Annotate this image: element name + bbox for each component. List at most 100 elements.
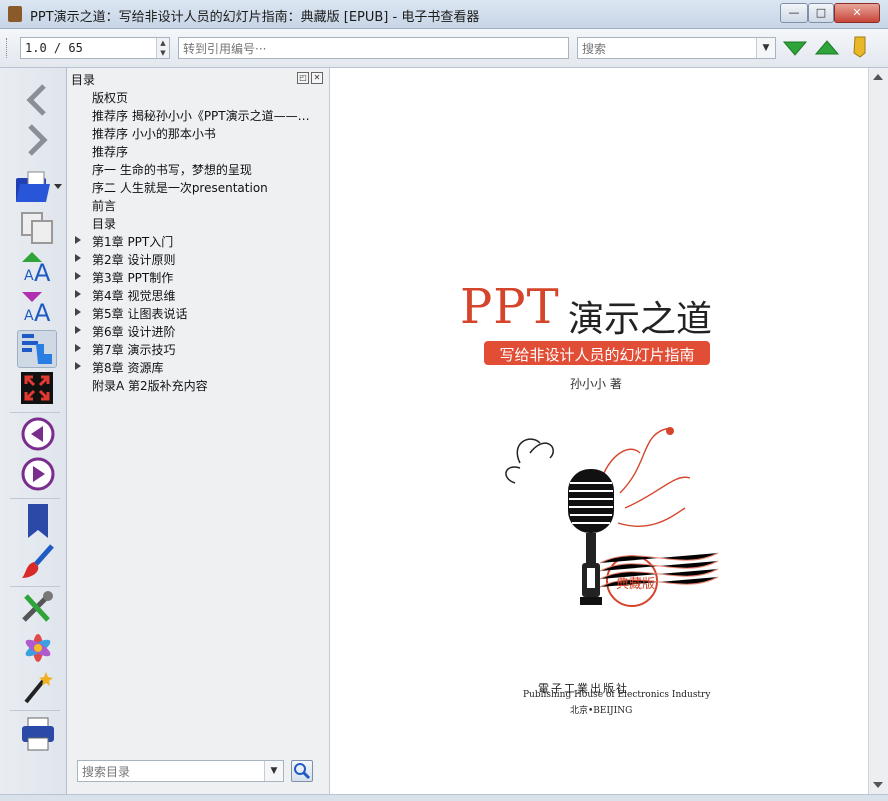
toc-item-label: 第2章 设计原则 <box>92 253 176 267</box>
fullscreen-icon[interactable] <box>18 370 58 406</box>
brush-icon[interactable] <box>18 544 58 580</box>
maximize-button[interactable]: □ <box>808 3 834 23</box>
cover-title-rest: 演示之道 <box>568 299 713 340</box>
toc-item-label: 第5章 让图表说话 <box>92 307 188 321</box>
toc-item[interactable]: 推荐序 揭秘孙小小《PPT演示之道——写给非设计人员的幻灯片指南》 <box>67 106 329 124</box>
toc-close-button[interactable]: ✕ <box>311 72 323 84</box>
expand-arrow-icon[interactable] <box>75 254 81 262</box>
increase-font-icon[interactable]: AA <box>18 250 58 286</box>
toc-item-label: 序二 人生就是一次presentation <box>92 181 268 195</box>
expand-arrow-icon[interactable] <box>75 236 81 244</box>
scroll-down-arrow[interactable] <box>873 782 883 788</box>
toc-search-input[interactable] <box>78 762 264 782</box>
bookmark-icon[interactable] <box>18 504 58 540</box>
toc-item-label: 推荐序 <box>92 145 129 159</box>
page-position-spinbox[interactable]: 1.0 / 65 ▲ ▼ <box>20 37 170 59</box>
decrease-font-icon[interactable]: AA <box>18 290 58 326</box>
toc-search-dropdown-button[interactable]: ▼ <box>264 761 283 781</box>
toolbar-separator <box>10 710 60 711</box>
spinbox-arrows[interactable]: ▲ ▼ <box>156 38 169 58</box>
toc-item[interactable]: 第6章 设计进阶 <box>67 322 329 340</box>
publisher-en: Publishing House of Electronics Industry <box>523 690 711 700</box>
microphone-illustration: 典藏版 <box>505 427 719 607</box>
forward-arrow-icon[interactable] <box>18 122 58 158</box>
minimize-button[interactable]: — <box>780 3 808 23</box>
themes-icon[interactable] <box>18 630 58 666</box>
toc-panel: 目录 ◰ ✕ 版权页推荐序 揭秘孙小小《PPT演示之道——写给非设计人员的幻灯片… <box>67 68 330 794</box>
toc-item[interactable]: 第4章 视觉思维 <box>67 286 329 304</box>
copy-icon[interactable] <box>18 210 58 246</box>
ebook-viewer-window: PPT演示之道：写给非设计人员的幻灯片指南：典藏版 [EPUB] - 电子书查看… <box>0 0 888 801</box>
goto-reference-input[interactable] <box>179 39 568 59</box>
toc-search-combobox[interactable]: ▼ <box>77 760 284 782</box>
page-position-value: 1.0 / 65 <box>25 41 83 55</box>
toc-item[interactable]: 版权页 <box>67 88 329 106</box>
toc-item[interactable]: 第2章 设计原则 <box>67 250 329 268</box>
toc-item-label: 目录 <box>92 217 117 231</box>
svg-text:A: A <box>24 308 34 324</box>
toc-item-label: 第6章 设计进阶 <box>92 325 176 339</box>
search-input[interactable] <box>578 39 756 59</box>
toolbar-separator <box>10 498 60 499</box>
status-bar <box>0 794 888 801</box>
toc-item[interactable]: 前言 <box>67 196 329 214</box>
toc-item-label: 序一 生命的书写，梦想的呈现 <box>92 163 252 177</box>
toc-item[interactable]: 第8章 资源库 <box>67 358 329 376</box>
next-page-icon[interactable] <box>18 456 58 492</box>
toc-item[interactable]: 第5章 让图表说话 <box>67 304 329 322</box>
svg-text:A: A <box>34 299 51 326</box>
goto-reference-field[interactable] <box>178 37 569 59</box>
toc-item-label: 第8章 资源库 <box>92 361 164 375</box>
open-folder-icon[interactable] <box>14 168 64 204</box>
toc-item-label: 第7章 演示技巧 <box>92 343 176 357</box>
app-icon <box>8 6 22 22</box>
toc-item[interactable]: 第1章 PPT入门 <box>67 232 329 250</box>
toc-item[interactable]: 第7章 演示技巧 <box>67 340 329 358</box>
toc-item-label: 第3章 PPT制作 <box>92 271 174 285</box>
toc-search-button[interactable] <box>291 760 313 782</box>
vertical-scrollbar[interactable] <box>868 68 888 794</box>
expand-arrow-icon[interactable] <box>75 326 81 334</box>
magic-wand-icon[interactable] <box>18 670 58 706</box>
toc-float-button[interactable]: ◰ <box>297 72 309 84</box>
print-icon[interactable] <box>18 716 58 752</box>
window-title: PPT演示之道：写给非设计人员的幻灯片指南：典藏版 [EPUB] - 电子书查看… <box>30 10 480 25</box>
toolbar-separator <box>10 586 60 587</box>
title-bar[interactable]: PPT演示之道：写给非设计人员的幻灯片指南：典藏版 [EPUB] - 电子书查看… <box>0 0 888 29</box>
svg-text:A: A <box>34 259 51 286</box>
close-button[interactable]: ✕ <box>834 3 880 23</box>
expand-arrow-icon[interactable] <box>75 308 81 316</box>
toc-toggle-icon[interactable] <box>18 330 58 366</box>
book-viewer[interactable]: PPT 演示之道 写给非设计人员的幻灯片指南 孙小小 著 典藏版 電子工業出版社… <box>330 68 868 794</box>
back-arrow-icon[interactable] <box>18 82 58 118</box>
toc-item[interactable]: 序一 生命的书写，梦想的呈现 <box>67 160 329 178</box>
cover-subtitle-banner: 写给非设计人员的幻灯片指南 <box>484 341 710 365</box>
toc-item-label: 附录A 第2版补充内容 <box>92 379 208 393</box>
bookmark-tag-icon[interactable] <box>850 35 870 59</box>
toc-item[interactable]: 目录 <box>67 214 329 232</box>
next-match-icon[interactable] <box>783 39 807 57</box>
top-toolbar: 1.0 / 65 ▲▼ ▼ <box>0 29 888 68</box>
publisher-city: 北京•BEIJING <box>570 706 633 716</box>
toc-item-label: 前言 <box>92 199 117 213</box>
toc-item[interactable]: 附录A 第2版补充内容 <box>67 376 329 394</box>
toc-item[interactable]: 推荐序 <box>67 142 329 160</box>
toc-item[interactable]: 序二 人生就是一次presentation <box>67 178 329 196</box>
previous-match-icon[interactable] <box>815 39 839 57</box>
toolbar-grip[interactable] <box>6 38 10 58</box>
search-dropdown-button[interactable]: ▼ <box>756 38 775 58</box>
toc-item[interactable]: 第3章 PPT制作 <box>67 268 329 286</box>
expand-arrow-icon[interactable] <box>75 344 81 352</box>
expand-arrow-icon[interactable] <box>75 362 81 370</box>
cover-subtitle: 写给非设计人员的幻灯片指南 <box>499 346 695 364</box>
cover-title-ppt: PPT <box>460 279 560 335</box>
toc-item-label: 第1章 PPT入门 <box>92 235 174 249</box>
toolbar-separator <box>10 412 60 413</box>
expand-arrow-icon[interactable] <box>75 272 81 280</box>
tools-icon[interactable] <box>18 590 58 626</box>
previous-page-icon[interactable] <box>18 416 58 452</box>
toc-item[interactable]: 推荐序 小小的那本小书 <box>67 124 329 142</box>
search-combobox[interactable]: ▼ <box>577 37 776 59</box>
expand-arrow-icon[interactable] <box>75 290 81 298</box>
scroll-up-arrow[interactable] <box>873 74 883 80</box>
